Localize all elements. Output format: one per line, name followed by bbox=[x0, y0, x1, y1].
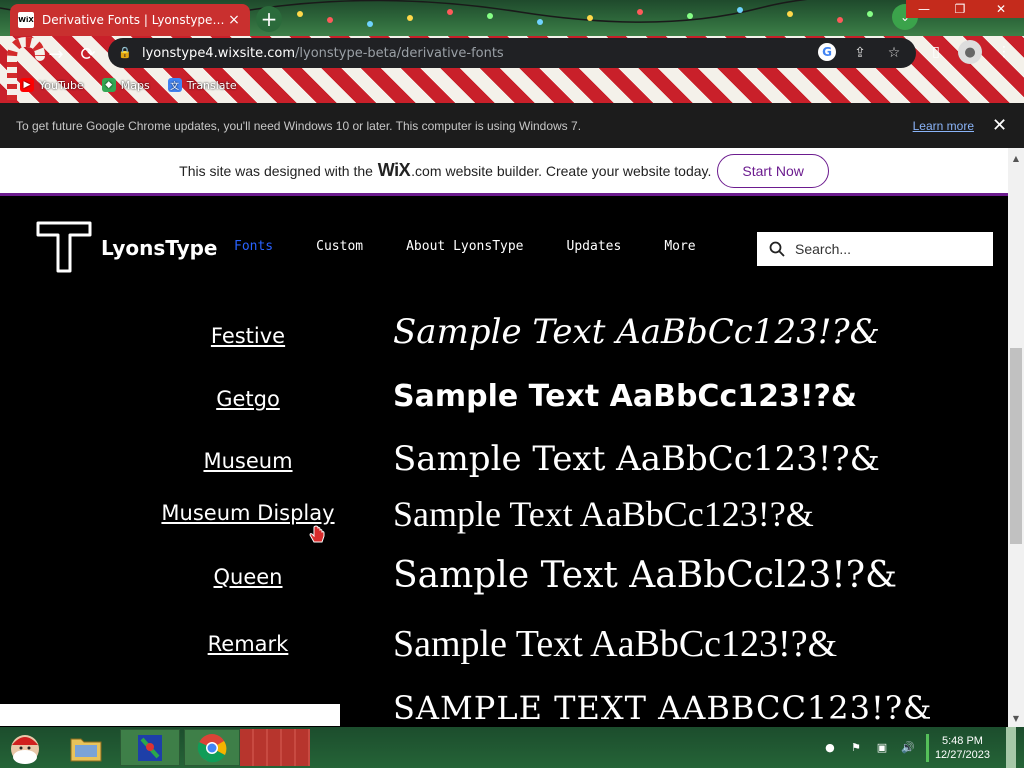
maps-icon: ◆ bbox=[101, 78, 116, 92]
tab-title: Derivative Fonts | Lyonstype Beta bbox=[42, 13, 226, 27]
close-window-button[interactable]: ✕ bbox=[978, 0, 1024, 18]
action-center-flag-icon[interactable]: ⚑ bbox=[848, 740, 864, 756]
bookmark-label: Translate bbox=[186, 78, 237, 92]
wix-banner-suffix: website builder. Create your website tod… bbox=[445, 162, 712, 179]
infobar-message: To get future Google Chrome updates, you… bbox=[16, 118, 582, 133]
reload-button[interactable]: ⟳ bbox=[74, 40, 102, 68]
font-row: Museum Sample Text AaBbCc123!?& bbox=[0, 439, 1008, 489]
scroll-down-arrow-icon[interactable]: ▼ bbox=[1008, 710, 1024, 726]
file-explorer-button[interactable] bbox=[66, 729, 106, 766]
wix-favicon-icon: WiX bbox=[18, 12, 34, 28]
site-brand[interactable]: LyonsType bbox=[101, 236, 218, 260]
google-lens-icon[interactable]: G bbox=[818, 43, 836, 61]
forward-button[interactable]: → bbox=[42, 40, 70, 68]
new-tab-button[interactable]: + bbox=[256, 6, 282, 32]
bookmark-youtube[interactable]: ▶ YouTube bbox=[20, 74, 84, 96]
profile-avatar-icon[interactable]: ● bbox=[958, 40, 982, 64]
bookmark-label: YouTube bbox=[39, 78, 84, 92]
bookmark-star-icon[interactable]: ☆ bbox=[884, 43, 904, 63]
nav-more[interactable]: More bbox=[664, 239, 695, 254]
bookmark-translate[interactable]: 文 Translate bbox=[167, 74, 237, 96]
chrome-icon bbox=[197, 733, 227, 762]
extension-icon[interactable]: ▯ bbox=[924, 40, 948, 64]
network-icon[interactable]: ▣ bbox=[874, 740, 890, 756]
scroll-up-arrow-icon[interactable]: ▲ bbox=[1008, 150, 1024, 166]
toolbar-icons: ▯ ● ⋮ bbox=[924, 40, 1016, 64]
share-icon[interactable]: ⇪ bbox=[850, 43, 870, 63]
font-sample: Sample Text AaBbCc123!?& bbox=[393, 379, 858, 414]
game-taskbar-button[interactable] bbox=[120, 729, 180, 766]
game-app-icon bbox=[138, 734, 162, 761]
font-link-queen[interactable]: Queen bbox=[98, 565, 398, 589]
show-desktop-button[interactable] bbox=[1006, 727, 1016, 768]
nav-updates[interactable]: Updates bbox=[567, 239, 622, 254]
windows-taskbar: ● ⚑ ▣ 🔊 5:48 PM 12/27/2023 bbox=[0, 727, 1024, 768]
nav-custom[interactable]: Custom bbox=[316, 239, 363, 254]
search-icon bbox=[769, 241, 785, 257]
status-bubble bbox=[0, 704, 340, 726]
nav-about[interactable]: About LyonsType bbox=[406, 239, 523, 254]
nav-fonts[interactable]: Fonts bbox=[234, 239, 273, 254]
chrome-taskbar-button[interactable] bbox=[184, 729, 240, 766]
search-input[interactable] bbox=[795, 241, 975, 257]
font-sample: SAMPLE TEXT AABBCC123!?& bbox=[393, 689, 933, 727]
site-search[interactable] bbox=[757, 232, 993, 266]
url-path: /lyonstype-beta/derivative-fonts bbox=[295, 45, 504, 61]
restore-button[interactable]: ❐ bbox=[942, 0, 978, 18]
wix-banner: This site was designed with the WiX .com … bbox=[0, 148, 1008, 196]
font-sample: Sample Text AaBbCc123!?& bbox=[393, 623, 838, 665]
wix-logo: WiX bbox=[377, 160, 411, 180]
site-nav: Fonts Custom About LyonsType Updates Mor… bbox=[234, 239, 739, 254]
font-link-getgo[interactable]: Getgo bbox=[98, 387, 398, 411]
font-row: Getgo Sample Text AaBbCc123!?& bbox=[0, 377, 1008, 427]
taskbar-window-button[interactable] bbox=[240, 729, 310, 766]
chrome-update-infobar: To get future Google Chrome updates, you… bbox=[0, 103, 1024, 148]
address-bar[interactable]: 🔒 lyonstype4.wixsite.com/lyonstype-beta/… bbox=[108, 38, 916, 68]
clock-date: 12/27/2023 bbox=[934, 748, 990, 761]
font-row: Queen Sample Text AaBbCcl23!?& bbox=[0, 555, 1008, 607]
font-link-remark[interactable]: Remark bbox=[98, 632, 398, 656]
start-button[interactable] bbox=[2, 729, 48, 766]
font-sample: Sample Text AaBbCcl23!?& bbox=[393, 555, 898, 596]
tab-close-icon[interactable]: × bbox=[226, 12, 242, 28]
font-sample: Sample Text AaBbCc123!?& bbox=[393, 312, 880, 352]
font-row: Festive Sample Text AaBbCc123!?& bbox=[0, 312, 1008, 362]
learn-more-link[interactable]: Learn more bbox=[913, 119, 974, 133]
font-sample: Sample Text AaBbCc123!?& bbox=[393, 494, 814, 534]
youtube-icon: ▶ bbox=[20, 78, 34, 92]
infobar-close-icon[interactable]: ✕ bbox=[992, 115, 1008, 136]
site-page: LyonsType Fonts Custom About LyonsType U… bbox=[0, 199, 1008, 727]
scrollbar-thumb[interactable] bbox=[1010, 348, 1022, 544]
system-tray: ● ⚑ ▣ 🔊 5:48 PM 12/27/2023 bbox=[822, 727, 1016, 768]
bookmarks-bar: ▶ YouTube ◆ Maps 文 Translate bbox=[0, 74, 237, 96]
menu-kebab-icon[interactable]: ⋮ bbox=[992, 40, 1016, 64]
font-sample: Sample Text AaBbCc123!?& bbox=[393, 439, 880, 479]
tray-dot-icon[interactable]: ● bbox=[822, 740, 838, 756]
volume-icon[interactable]: 🔊 bbox=[900, 740, 916, 756]
font-link-museum[interactable]: Museum bbox=[98, 449, 398, 473]
bookmark-maps[interactable]: ◆ Maps bbox=[101, 74, 150, 96]
font-link-museum-display[interactable]: Museum Display bbox=[98, 501, 398, 525]
lyonstype-logo-icon[interactable] bbox=[36, 221, 92, 273]
folder-icon bbox=[70, 738, 102, 761]
taskbar-clock[interactable]: 5:48 PM 12/27/2023 bbox=[925, 733, 996, 762]
start-now-button[interactable]: Start Now bbox=[717, 153, 829, 188]
browser-tab[interactable]: WiX Derivative Fonts | Lyonstype Beta × bbox=[10, 4, 250, 36]
translate-icon: 文 bbox=[167, 78, 182, 92]
window-controls: — ❐ ✕ bbox=[906, 0, 1024, 18]
clock-time: 5:48 PM bbox=[941, 734, 983, 747]
hand-cursor-icon bbox=[309, 525, 325, 543]
font-row: Remark Sample Text AaBbCc123!?& bbox=[0, 623, 1008, 674]
wix-banner-prefix: This site was designed with the bbox=[179, 162, 373, 179]
santa-orb-icon bbox=[11, 734, 39, 764]
url-host: lyonstype4.wixsite.com bbox=[142, 45, 296, 61]
wix-dotcom: .com bbox=[411, 162, 442, 179]
bookmark-label: Maps bbox=[120, 78, 150, 92]
font-row: Museum Display Sample Text AaBbCc123!?& bbox=[0, 494, 1008, 545]
lock-icon[interactable]: 🔒 bbox=[118, 46, 132, 60]
font-link-festive[interactable]: Festive bbox=[98, 324, 398, 348]
minimize-button[interactable]: — bbox=[906, 0, 942, 18]
